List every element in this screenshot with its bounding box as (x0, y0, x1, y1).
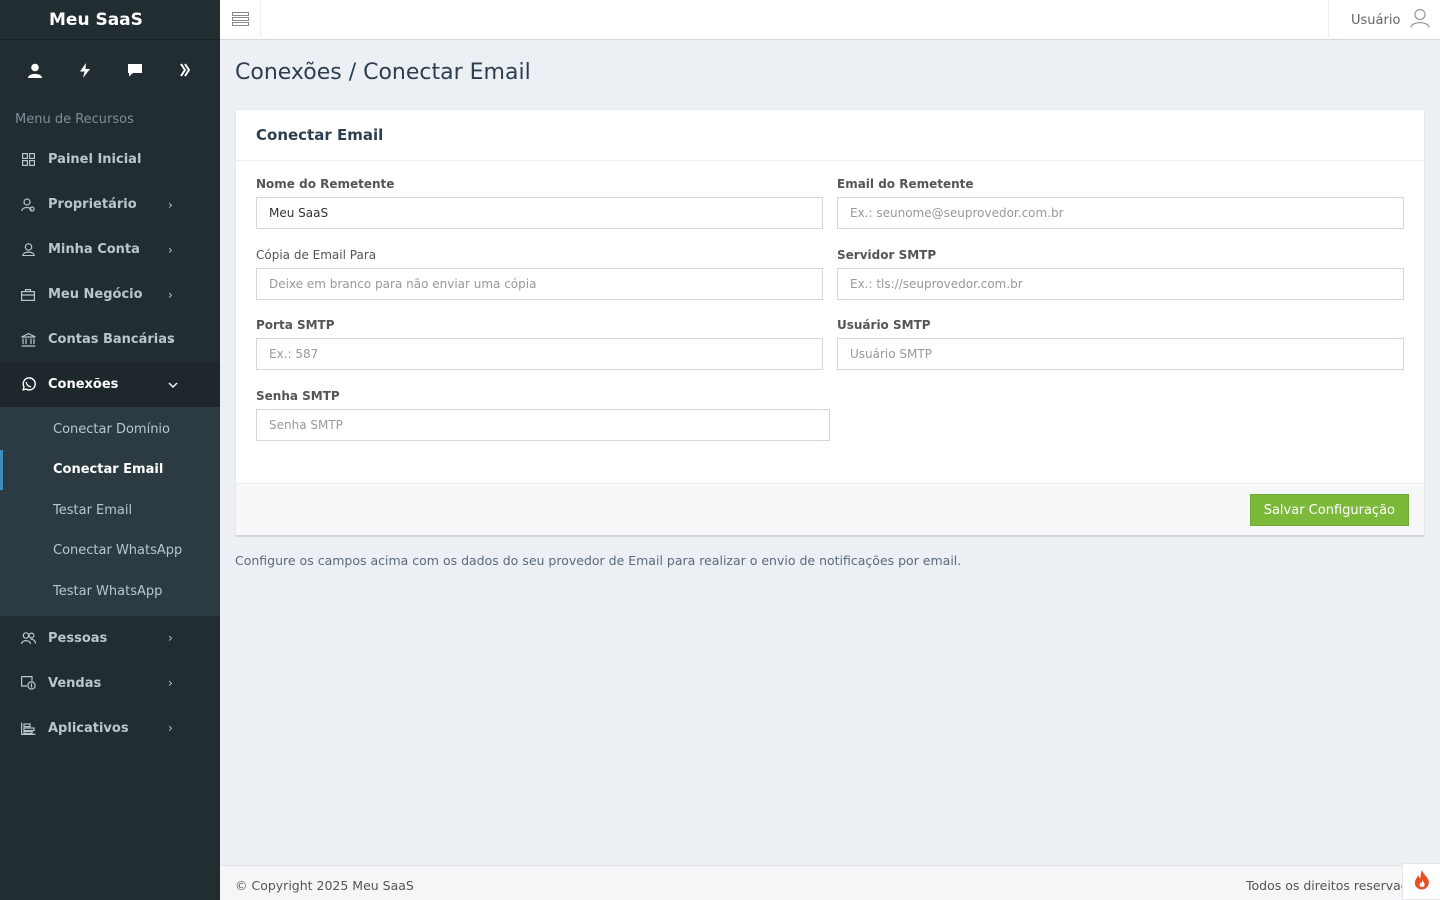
bank-icon (18, 332, 38, 347)
smtp-server-group: Servidor SMTP (837, 248, 1404, 300)
smtp-user-input[interactable] (837, 338, 1404, 370)
sidebar-item-aplicativos[interactable]: Aplicativos › (0, 706, 220, 751)
sidebar-item-label: Pessoas (48, 630, 108, 646)
sender-name-input[interactable] (256, 197, 823, 229)
smtp-port-input[interactable] (256, 338, 823, 370)
sidebar-item-proprietario[interactable]: Proprietário › (0, 182, 220, 227)
grid-icon (18, 153, 38, 166)
sidebar-item-contas-bancarias[interactable]: Contas Bancárias › (0, 317, 220, 362)
help-text: Configure os campos acima com os dados d… (235, 553, 962, 568)
topbar: Usuário (220, 0, 1440, 40)
copy-to-label: Cópia de Email Para (256, 248, 377, 262)
submenu-conexoes: Conectar Domínio Conectar Email Testar E… (0, 407, 220, 616)
sidebar-item-label: Minha Conta (48, 242, 140, 257)
sidebar-item-label: Aplicativos (48, 720, 129, 736)
card-body: Nome do Remetente Email do Remetente Cóp… (236, 161, 1424, 483)
chevron-right-icon: › (168, 287, 173, 302)
card-footer: Salvar Configuração (236, 483, 1424, 535)
card-title: Conectar Email (236, 110, 1424, 161)
sidebar-item-painel-inicial[interactable]: Painel Inicial (0, 137, 220, 182)
brand-logo[interactable]: Meu SaaS (0, 0, 220, 40)
submenu-item-conectar-whatsapp[interactable]: Conectar WhatsApp (0, 531, 220, 572)
user-label: Usuário (1351, 12, 1401, 28)
footer: © Copyright 2025 Meu SaaS Todos os direi… (220, 865, 1440, 900)
smtp-server-label: Servidor SMTP (837, 248, 937, 262)
chevron-right-icon: › (168, 197, 173, 212)
copyright-text: © Copyright 2025 Meu SaaS (235, 878, 414, 893)
sales-icon (18, 676, 38, 690)
sidebar-item-label: Contas Bancárias (48, 332, 175, 347)
email-config-card: Conectar Email Nome do Remetente Email d… (235, 109, 1425, 537)
smtp-user-label: Usuário SMTP (837, 318, 931, 332)
user-outline-icon (18, 243, 38, 256)
menu-header: Menu de Recursos (15, 112, 134, 127)
chevron-right-icon: › (168, 721, 173, 735)
sidebar-item-conexoes[interactable]: Conexões (0, 362, 220, 407)
smtp-password-label: Senha SMTP (256, 389, 340, 403)
flame-icon (1414, 869, 1430, 894)
sender-name-label: Nome do Remetente (256, 177, 395, 191)
sender-email-group: Email do Remetente (837, 177, 1404, 229)
chevron-right-icon: › (168, 631, 173, 645)
sidebar-item-label: Painel Inicial (48, 152, 142, 167)
smtp-port-group: Porta SMTP (256, 318, 823, 370)
quick-icons (0, 40, 220, 100)
rights-text: Todos os direitos reservados (1246, 878, 1404, 893)
chevron-right-icon: › (168, 242, 173, 257)
menu-icon (231, 11, 249, 30)
apps-icon (18, 722, 38, 735)
user-icon[interactable] (20, 55, 50, 85)
copy-to-group: Cópia de Email Para (256, 248, 823, 300)
smtp-port-label: Porta SMTP (256, 318, 335, 332)
submenu-item-testar-email[interactable]: Testar Email (0, 490, 220, 531)
sender-email-input[interactable] (837, 197, 1404, 229)
sidebar-item-label: Vendas (48, 675, 102, 691)
save-config-button[interactable]: Salvar Configuração (1249, 494, 1409, 526)
bolt-icon[interactable] (70, 55, 100, 85)
submenu-item-conectar-email[interactable]: Conectar Email (0, 449, 220, 491)
sidebar-item-label: Proprietário (48, 197, 137, 212)
people-icon (18, 631, 38, 645)
user-menu[interactable]: Usuário (1328, 0, 1440, 40)
main-content: Conexões / Conectar Email Conectar Email… (220, 41, 1440, 865)
flame-button[interactable] (1402, 863, 1440, 900)
smtp-password-input[interactable] (256, 409, 830, 441)
smtp-user-group: Usuário SMTP (837, 318, 1404, 370)
chevron-right-icon: › (168, 676, 173, 690)
whatsapp-icon (18, 377, 38, 392)
chevron-right-icon: › (168, 332, 173, 347)
submenu-item-testar-whatsapp[interactable]: Testar WhatsApp (0, 571, 220, 612)
sidebar-item-vendas[interactable]: Vendas › (0, 661, 220, 706)
sender-name-group: Nome do Remetente (256, 177, 823, 229)
sidebar-item-meu-negocio[interactable]: Meu Negócio › (0, 272, 220, 317)
chevron-down-icon (168, 378, 178, 392)
sidebar-toggle-button[interactable] (220, 0, 261, 40)
sidebar-item-label: Meu Negócio (48, 287, 143, 302)
sidebar-item-minha-conta[interactable]: Minha Conta › (0, 227, 220, 272)
user-outline-icon (1410, 8, 1431, 32)
sender-email-label: Email do Remetente (837, 177, 974, 191)
copy-to-input[interactable] (256, 268, 823, 300)
owner-icon (18, 197, 38, 212)
page-title: Conexões / Conectar Email (235, 60, 531, 85)
double-chevron-right-icon[interactable] (170, 55, 200, 85)
submenu-item-conectar-dominio[interactable]: Conectar Domínio (0, 409, 220, 450)
sidebar-item-label: Conexões (48, 377, 119, 392)
sidebar-item-pessoas[interactable]: Pessoas › (0, 616, 220, 661)
sidebar: Meu SaaS Menu de Recursos Painel Inicial… (0, 0, 220, 900)
briefcase-icon (18, 288, 38, 301)
smtp-server-input[interactable] (837, 268, 1404, 300)
smtp-password-group: Senha SMTP (256, 389, 830, 441)
chat-icon[interactable] (120, 55, 150, 85)
